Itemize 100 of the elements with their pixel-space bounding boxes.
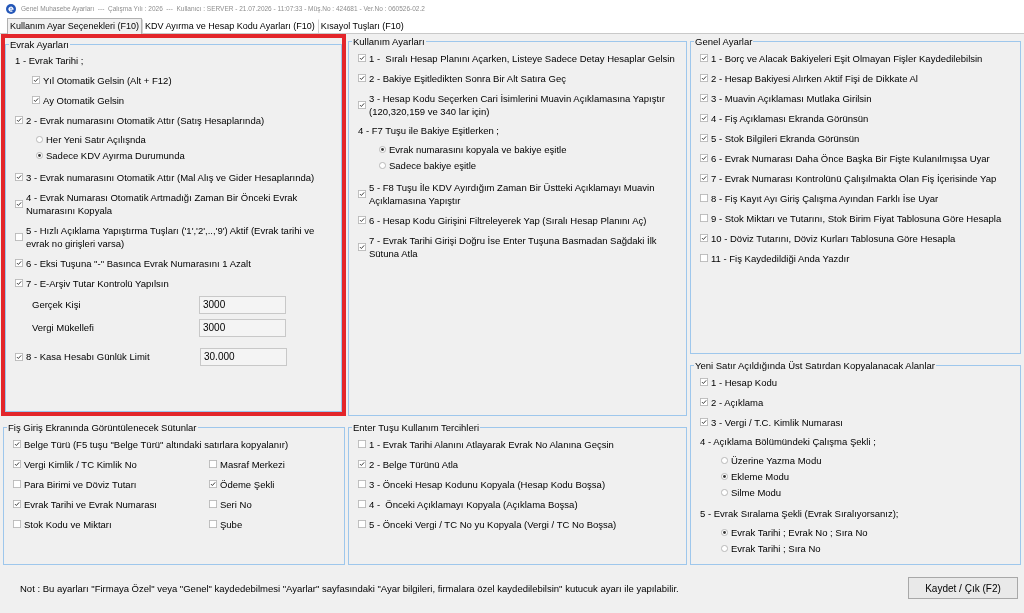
- checkbox-label: Para Birimi ve Döviz Tutarı: [24, 477, 137, 491]
- checkbox-label: 9 - Stok Miktarı ve Tutarını, Stok Birim Fiyat Tablosuna Göre Hesapla: [711, 211, 1002, 225]
- radio-label: Ekleme Modu: [731, 469, 790, 483]
- checkbox[interactable]: [358, 100, 366, 109]
- checkbox-label: Seri No: [220, 497, 252, 511]
- radio-button[interactable]: [721, 488, 728, 496]
- radio-label: Evrak Tarihi ; Sıra No: [731, 541, 821, 555]
- checkbox-label: 4 - Evrak Numarası Otomatik Artmadığı Zaman Bir Önceki Evrak Numarasını Kopyala: [26, 190, 299, 217]
- checkbox[interactable]: [358, 440, 366, 448]
- checkbox[interactable]: [700, 94, 708, 102]
- checkbox[interactable]: [358, 189, 366, 198]
- radio-button[interactable]: [379, 161, 386, 169]
- tab[interactable]: KDV Ayırma ve Hesap Kodu Ayarları (F10): [141, 19, 318, 33]
- checkbox[interactable]: [15, 232, 23, 241]
- checkbox-label: 2 - Belge Türünü Atla: [369, 457, 459, 471]
- checkbox-label: 1 - Borç ve Alacak Bakiyeleri Eşit Olmayan Fişler Kaydedilebilsin: [711, 51, 983, 65]
- checkbox[interactable]: [700, 134, 708, 142]
- checkbox-label: 5 - F8 Tuşu İle KDV Ayırdığım Zaman Bir Üstteki Açıklamayı Muavin Açıklamasına Yapıştır: [369, 180, 656, 207]
- checkbox[interactable]: [700, 54, 708, 62]
- checkbox[interactable]: [15, 279, 23, 287]
- radio-button[interactable]: [721, 472, 728, 480]
- tab[interactable]: Kısayol Tuşları (F10): [317, 19, 407, 33]
- radio-label: Evrak Tarihi ; Evrak No ; Sıra No: [731, 525, 868, 539]
- checkbox[interactable]: [209, 480, 217, 488]
- radio-button[interactable]: [36, 151, 43, 159]
- checkbox[interactable]: [358, 460, 366, 468]
- radio-label: Evrak numarasını kopyala ve bakiye eşitle: [389, 142, 567, 156]
- checkbox-label: 10 - Döviz Tutarını, Döviz Kurları Tablosuna Göre Hesapla: [711, 231, 956, 245]
- checkbox[interactable]: [358, 500, 366, 508]
- save-exit-button[interactable]: Kaydet / Çık (F2): [908, 577, 1018, 599]
- checkbox-label: 2 - Hesap Bakiyesi Alırken Aktif Fişi de Dikkate Al: [711, 71, 918, 85]
- checkbox-label: 7 - E-Arşiv Tutar Kontrolü Yapılsın: [26, 276, 169, 290]
- checkbox[interactable]: [700, 254, 708, 262]
- checkbox-label: Ödeme Şekli: [220, 477, 275, 491]
- radio-label: Silme Modu: [731, 485, 782, 499]
- checkbox[interactable]: [358, 242, 366, 251]
- checkbox-label: Stok Kodu ve Miktarı: [24, 517, 112, 531]
- checkbox[interactable]: [32, 76, 40, 84]
- group-title: Enter Tuşu Kullanım Tercihleri: [352, 422, 481, 433]
- checkbox[interactable]: [13, 440, 21, 448]
- group-title: Genel Ayarlar: [694, 36, 754, 47]
- checkbox-label: 3 - Evrak numarasını Otomatik Attır (Mal Alış ve Gider Hesaplarında): [26, 170, 315, 184]
- checkbox-label: 6 - Eksi Tuşuna "-" Basınca Evrak Numarasını 1 Azalt: [26, 256, 251, 270]
- field-label: Gerçek Kişi: [32, 298, 82, 311]
- radio-button[interactable]: [721, 528, 728, 536]
- checkbox[interactable]: [13, 480, 21, 488]
- tab[interactable]: Kullanım Ayar Seçenekleri (F10): [7, 18, 142, 34]
- checkbox-label: 8 - Kasa Hesabı Günlük Limit: [26, 350, 151, 363]
- checkbox[interactable]: [15, 173, 23, 181]
- checkbox[interactable]: [209, 460, 217, 468]
- option-heading: 4 - F7 Tuşu ile Bakiye Eşitlerken ;: [358, 124, 499, 137]
- checkbox[interactable]: [700, 174, 708, 182]
- input-field[interactable]: 3000: [199, 318, 286, 337]
- checkbox[interactable]: [209, 500, 217, 508]
- checkbox[interactable]: [13, 520, 21, 528]
- checkbox[interactable]: [358, 480, 366, 488]
- checkbox[interactable]: [700, 74, 708, 82]
- checkbox-label: 11 - Fiş Kaydedildiği Anda Yazdır: [711, 251, 850, 265]
- input-field[interactable]: 30.000: [200, 347, 287, 366]
- checkbox-label: 6 - Evrak Numarası Daha Önce Başka Bir Fişte Kulanılmışsa Uyar: [711, 151, 990, 165]
- checkbox[interactable]: [15, 259, 23, 267]
- checkbox-label: 8 - Fiş Kayıt Ayı Giriş Çalışma Ayından Farklı İse Uyar: [711, 191, 939, 205]
- checkbox[interactable]: [700, 418, 708, 426]
- checkbox[interactable]: [13, 460, 21, 468]
- checkbox[interactable]: [700, 194, 708, 202]
- checkbox[interactable]: [15, 116, 23, 124]
- checkbox[interactable]: [700, 378, 708, 386]
- checkbox[interactable]: [358, 520, 366, 528]
- checkbox[interactable]: [32, 96, 40, 104]
- checkbox[interactable]: [358, 74, 366, 82]
- checkbox[interactable]: [209, 520, 217, 528]
- radio-button[interactable]: [379, 145, 386, 153]
- checkbox-label: Yıl Otomatik Gelsin (Alt + F12): [43, 73, 172, 87]
- app-logo-icon: [6, 3, 16, 14]
- checkbox[interactable]: [13, 500, 21, 508]
- checkbox-label: 1 - Sıralı Hesap Planını Açarken, Listeye Sadece Detay Hesaplar Gelsin: [369, 51, 675, 65]
- checkbox[interactable]: [700, 114, 708, 122]
- option-heading: 4 - Açıklama Bölümündeki Çalışma Şekli ;: [700, 435, 876, 448]
- radio-button[interactable]: [36, 135, 43, 143]
- checkbox-label: 4 - Önceki Açıklamayı Kopyala (Açıklama Boşsa): [369, 497, 578, 511]
- checkbox[interactable]: [358, 54, 366, 62]
- radio-button[interactable]: [721, 456, 728, 464]
- checkbox[interactable]: [15, 199, 23, 208]
- checkbox[interactable]: [700, 398, 708, 406]
- group-title: Fiş Giriş Ekranında Görüntülenecek Sütunlar: [7, 422, 198, 433]
- checkbox[interactable]: [700, 214, 708, 222]
- checkbox[interactable]: [700, 234, 708, 242]
- input-field[interactable]: 3000: [199, 295, 286, 314]
- checkbox-label: Masraf Merkezi: [220, 457, 285, 471]
- radio-button[interactable]: [721, 544, 728, 552]
- checkbox[interactable]: [700, 154, 708, 162]
- checkbox[interactable]: [15, 352, 23, 361]
- checkbox-label: 7 - Evrak Tarihi Girişi Doğru İse Enter Tuşuna Basmadan Sağdaki İlk Sütuna Atla: [369, 233, 658, 260]
- checkbox[interactable]: [358, 216, 366, 224]
- radio-label: Her Yeni Satır Açılışnda: [46, 132, 146, 146]
- checkbox-label: Ay Otomatik Gelsin: [43, 93, 125, 107]
- checkbox-label: 5 - Hızlı Açıklama Yapıştırma Tuşları ('1','2',..,'9') Aktif (Evrak tarihi ve evrak no girişleri varsa): [26, 223, 316, 250]
- group-title: Yeni Satır Açıldığında Üst Satırdan Kopyalanacak Alanlar: [694, 360, 936, 371]
- option-heading: 5 - Evrak Sıralama Şekli (Evrak Sıralıyorsanız);: [700, 507, 899, 520]
- checkbox-label: Evrak Tarihi ve Evrak Numarası: [24, 497, 157, 511]
